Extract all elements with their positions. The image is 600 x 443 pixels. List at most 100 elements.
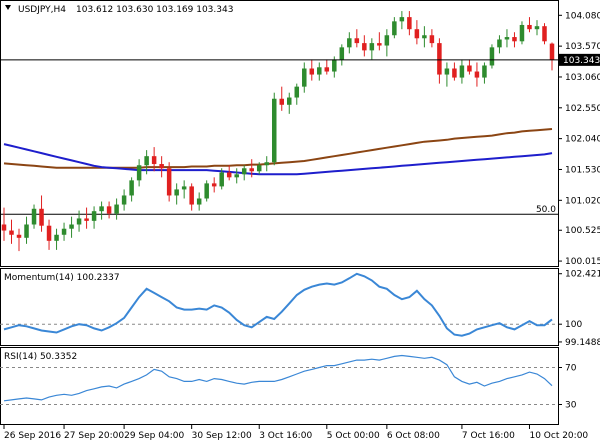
candle-body — [196, 198, 202, 205]
momentum-title: Momentum(14) 100.2337 — [4, 273, 120, 283]
candle — [271, 92, 277, 166]
price-tick-label: 104.080 — [565, 11, 600, 21]
candle-body — [362, 43, 367, 51]
price-tick-label: 100.015 — [565, 257, 600, 267]
candle-body — [271, 98, 277, 163]
candle-body — [392, 21, 397, 36]
candle-body — [39, 208, 44, 226]
candle-body — [317, 67, 322, 75]
candle-body — [249, 168, 254, 172]
candle-body — [1, 224, 7, 231]
candle-body — [54, 234, 59, 241]
candle-body — [129, 180, 134, 196]
level-label: 50.0 — [536, 205, 556, 215]
candle-body — [369, 43, 375, 51]
candle-body — [414, 29, 420, 39]
candle-body — [482, 65, 487, 78]
candle-body — [474, 71, 480, 78]
candle-body — [264, 162, 269, 166]
time-tick-label: 5 Oct 00:00 — [327, 431, 380, 441]
candle-body — [287, 97, 292, 105]
candle-body — [504, 37, 510, 40]
price-tick-label: 103.060 — [565, 73, 600, 83]
price-tick-label: 102.040 — [565, 135, 600, 145]
candle-body — [437, 43, 442, 75]
candle-body — [24, 224, 29, 238]
candle-body — [324, 67, 330, 72]
candle-body — [114, 204, 119, 214]
candle-body — [527, 24, 532, 30]
momentum-tick-label: 99.1488 — [565, 338, 600, 348]
candle-body — [226, 172, 232, 178]
candle-body — [444, 68, 450, 75]
candle-body — [534, 26, 540, 30]
price-tick-label: 102.550 — [565, 104, 600, 114]
ohlc-readout: 103.612 103.630 103.169 103.343 — [76, 5, 233, 15]
candle-body — [429, 35, 435, 44]
forex-chart[interactable]: 50.0 104.080 103.570 103.060 102.550 102.040… — [0, 0, 600, 443]
time-tick-label: 27 Sep 20:00 — [64, 431, 124, 441]
candle-body — [347, 38, 352, 48]
candle-body — [234, 174, 239, 178]
candle-body — [144, 156, 149, 166]
candle-body — [467, 65, 472, 72]
candle-body — [512, 37, 517, 42]
chart-title: USDJPY,H4 — [18, 5, 66, 15]
candle-body — [61, 228, 67, 235]
candle-body — [46, 225, 52, 241]
candle-body — [16, 234, 22, 238]
price-tick-label: 103.570 — [565, 42, 600, 52]
candle-body — [69, 224, 74, 229]
candle-body — [256, 165, 262, 172]
candle-body — [151, 156, 157, 165]
candle-body — [84, 218, 89, 221]
candle-body — [211, 183, 217, 187]
candle-body — [136, 165, 142, 181]
candle-body — [279, 98, 285, 105]
rsi-tick-label: 70 — [565, 364, 577, 374]
candle-body — [181, 186, 187, 190]
candle-body — [519, 24, 525, 42]
candle-body — [549, 43, 555, 60]
candle-body — [166, 168, 172, 196]
candle — [204, 180, 209, 202]
candle — [542, 23, 547, 45]
rsi-title: RSI(14) 50.3352 — [4, 352, 77, 362]
price-tick-label: 100.525 — [565, 226, 600, 236]
candle-body — [384, 35, 390, 46]
candle-body — [497, 39, 502, 48]
candle-body — [489, 47, 495, 66]
candle-body — [407, 17, 412, 30]
candle-body — [339, 47, 345, 60]
time-tick-label: 7 Oct 16:00 — [462, 431, 515, 441]
candle-body — [174, 189, 179, 196]
candle-body — [302, 68, 307, 87]
candle-body — [377, 43, 382, 46]
candle-body — [309, 68, 315, 75]
candle-body — [91, 211, 97, 221]
time-tick-label: 6 Oct 08:00 — [387, 431, 440, 441]
candle-body — [332, 59, 337, 72]
candle-body — [542, 26, 547, 42]
price-tick-label: 101.020 — [565, 196, 600, 206]
candle-body — [9, 230, 14, 235]
candle-body — [159, 164, 164, 169]
momentum-tick-label: 100 — [565, 320, 582, 330]
candle — [489, 44, 495, 69]
time-tick-label: 10 Oct 20:00 — [529, 431, 588, 441]
candle-body — [219, 172, 224, 187]
price-tick-label: 101.530 — [565, 165, 600, 175]
candle-body — [452, 68, 457, 78]
candle-body — [399, 17, 405, 22]
candle-body — [76, 218, 82, 225]
candle-body — [204, 183, 209, 199]
time-tick-label: 26 Sep 2016 — [4, 431, 61, 441]
candle-body — [422, 35, 427, 39]
candle-body — [241, 168, 247, 175]
candle-body — [294, 86, 300, 98]
rsi-tick-label: 30 — [565, 401, 577, 411]
time-tick-label: 3 Oct 16:00 — [259, 431, 312, 441]
candle-body — [121, 195, 127, 205]
candle-body — [106, 206, 112, 214]
time-tick-label: 30 Sep 12:00 — [192, 431, 252, 441]
